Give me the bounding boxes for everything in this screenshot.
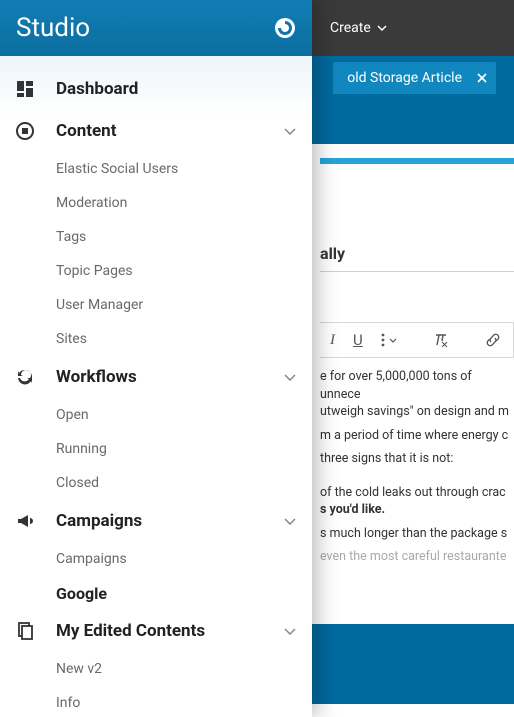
document-body[interactable]: e for over 5,000,000 tons of unneceutwei… <box>320 368 514 566</box>
sidebar-sub-moderation[interactable]: Moderation <box>0 186 312 220</box>
sidebar-item-dashboard[interactable]: Dashboard <box>0 68 312 110</box>
sidebar-item-content[interactable]: Content <box>0 110 312 152</box>
chevron-down-icon <box>377 25 387 31</box>
sidebar-item-workflows[interactable]: Workflows <box>0 356 312 398</box>
sidebar-body: Dashboard Content Elastic Social Users M… <box>0 56 312 717</box>
sidebar-item-my-edited-contents[interactable]: My Edited Contents <box>0 610 312 652</box>
close-icon[interactable] <box>476 72 488 84</box>
sidebar-item-label: My Edited Contents <box>56 621 284 641</box>
rte-toolbar: I U <box>320 322 514 358</box>
more-button[interactable] <box>381 333 397 347</box>
sidebar-sub-info[interactable]: Info <box>0 686 312 717</box>
sidebar-item-label: Dashboard <box>56 79 296 99</box>
sidebar-sub-sites[interactable]: Sites <box>0 322 312 356</box>
sidebar-item-label: Workflows <box>56 367 284 387</box>
chevron-down-icon <box>284 128 296 135</box>
sidebar-item-label: Campaigns <box>56 511 284 531</box>
brand-logo-icon <box>274 17 296 39</box>
link-button[interactable] <box>485 332 501 348</box>
dashboard-icon <box>16 80 56 98</box>
brand-title: Studio <box>16 13 90 43</box>
documents-icon <box>16 622 56 640</box>
tab-title: old Storage Article <box>347 70 462 86</box>
chevron-down-icon <box>284 518 296 525</box>
chevron-down-icon <box>389 338 397 343</box>
sidebar-sub-closed[interactable]: Closed <box>0 466 312 500</box>
sidebar-sub-google[interactable]: Google <box>0 576 312 610</box>
create-menu[interactable]: Create <box>330 20 387 36</box>
sidebar-sub-open[interactable]: Open <box>0 398 312 432</box>
sidebar-sub-campaigns[interactable]: Campaigns <box>0 542 312 576</box>
sidebar: Studio Dashboard Content Elastic Social … <box>0 0 312 717</box>
sidebar-sub-tags[interactable]: Tags <box>0 220 312 254</box>
document-tab[interactable]: old Storage Article <box>333 62 496 94</box>
sidebar-item-campaigns[interactable]: Campaigns <box>0 500 312 542</box>
campaigns-icon <box>16 512 56 530</box>
chevron-down-icon <box>284 628 296 635</box>
content-icon <box>16 122 56 140</box>
chevron-down-icon <box>284 374 296 381</box>
italic-button[interactable]: I <box>330 332 335 349</box>
create-label: Create <box>330 20 371 36</box>
clear-format-button[interactable] <box>433 332 449 348</box>
sidebar-header: Studio <box>0 0 312 56</box>
sidebar-sub-new-v2[interactable]: New v2 <box>0 652 312 686</box>
sidebar-sub-user-manager[interactable]: User Manager <box>0 288 312 322</box>
underline-button[interactable]: U <box>353 331 363 349</box>
sidebar-sub-topic-pages[interactable]: Topic Pages <box>0 254 312 288</box>
sidebar-sub-running[interactable]: Running <box>0 432 312 466</box>
sidebar-item-label: Content <box>56 121 284 141</box>
workflows-icon <box>16 368 56 386</box>
sidebar-sub-elastic-social-users[interactable]: Elastic Social Users <box>0 152 312 186</box>
document-heading: ally <box>320 174 514 272</box>
